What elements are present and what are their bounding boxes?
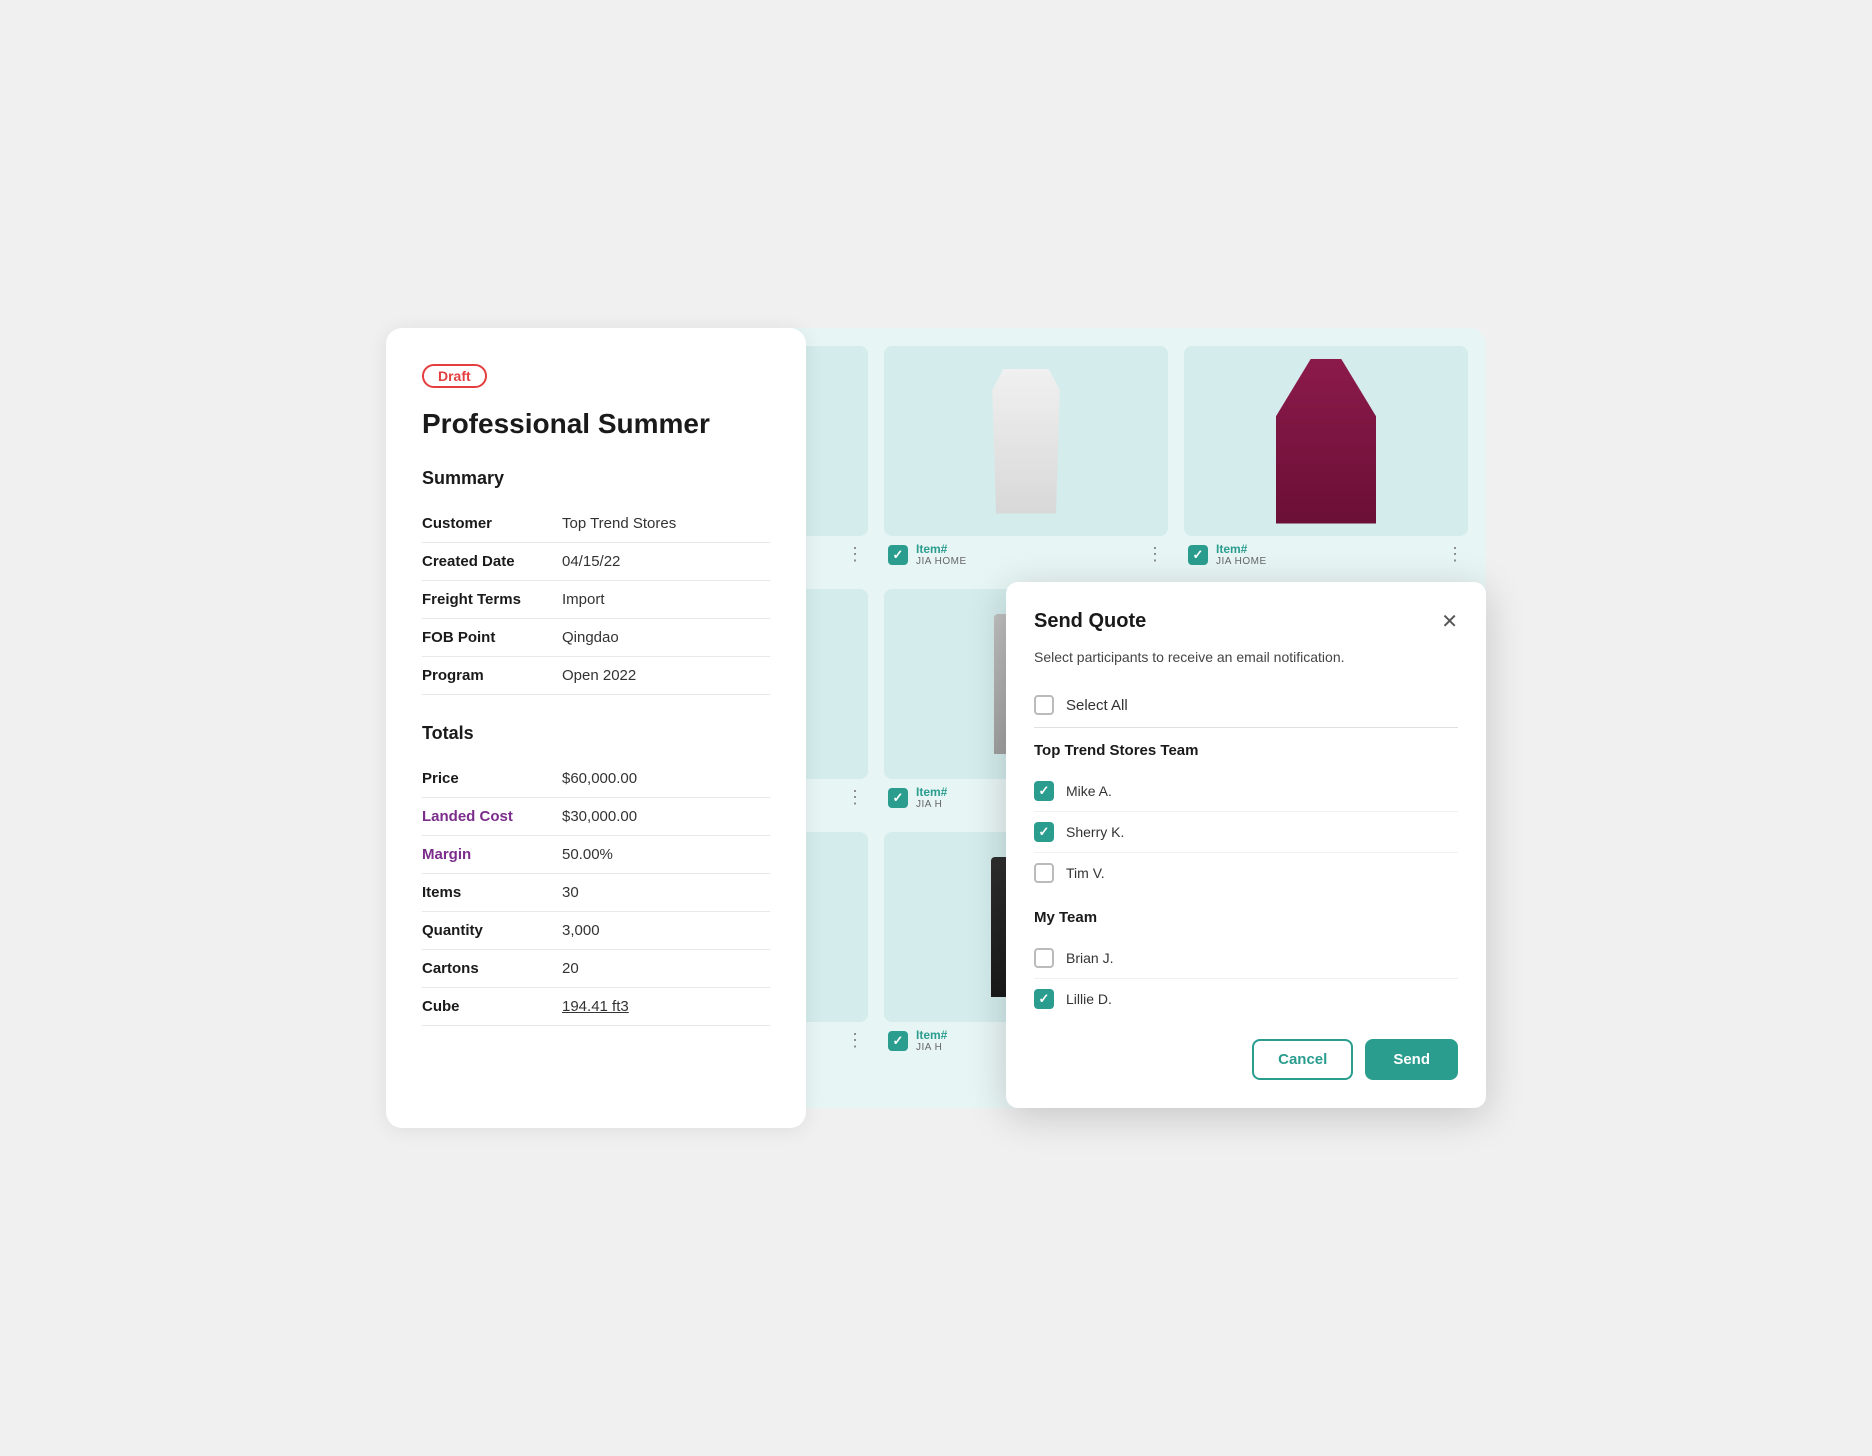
modal-subtitle: Select participants to receive an email … bbox=[1034, 649, 1458, 665]
select-all-row[interactable]: Select All bbox=[1034, 683, 1458, 728]
totals-value: $60,000.00 bbox=[562, 760, 770, 798]
modal-footer: Cancel Send bbox=[1034, 1039, 1458, 1080]
team-name: Top Trend Stores Team bbox=[1034, 742, 1458, 759]
totals-row: Cartons20 bbox=[422, 950, 770, 988]
cancel-button[interactable]: Cancel bbox=[1252, 1039, 1353, 1080]
close-button[interactable]: ✕ bbox=[1441, 612, 1458, 632]
team-group: My Team Brian J. Lillie D. bbox=[1034, 909, 1458, 1019]
summary-value: Top Trend Stores bbox=[562, 505, 770, 543]
participant-label: Sherry K. bbox=[1066, 824, 1124, 840]
participant-checkbox[interactable] bbox=[1034, 781, 1054, 801]
modal-title: Send Quote bbox=[1034, 610, 1146, 633]
main-container: Draft Professional Summer Summary Custom… bbox=[386, 328, 1486, 1128]
product-brand: JIA HOME bbox=[916, 556, 1138, 567]
product-item-number: Item# bbox=[1216, 542, 1438, 556]
totals-value: 20 bbox=[562, 950, 770, 988]
select-all-label: Select All bbox=[1066, 697, 1128, 714]
product-image bbox=[1184, 346, 1468, 536]
participant-checkbox[interactable] bbox=[1034, 822, 1054, 842]
totals-row: Cube194.41 ft3 bbox=[422, 988, 770, 1026]
totals-value: $30,000.00 bbox=[562, 798, 770, 836]
product-menu-dots[interactable]: ⋮ bbox=[846, 544, 864, 565]
product-item: Item# JIA HOME ⋮ bbox=[1176, 338, 1476, 581]
product-menu-dots[interactable]: ⋮ bbox=[1446, 544, 1464, 565]
product-brand: JIA HOME bbox=[1216, 556, 1438, 567]
cube-value: 194.41 ft3 bbox=[562, 998, 629, 1015]
participant-row[interactable]: Lillie D. bbox=[1034, 979, 1458, 1019]
totals-row: Items30 bbox=[422, 874, 770, 912]
participant-checkbox[interactable] bbox=[1034, 863, 1054, 883]
product-checkbox[interactable] bbox=[1188, 545, 1208, 565]
totals-value: 50.00% bbox=[562, 836, 770, 874]
summary-row: FOB PointQingdao bbox=[422, 619, 770, 657]
participant-checkbox[interactable] bbox=[1034, 989, 1054, 1009]
totals-row: Price$60,000.00 bbox=[422, 760, 770, 798]
draft-badge: Draft bbox=[422, 364, 487, 388]
participant-row[interactable]: Sherry K. bbox=[1034, 812, 1458, 853]
summary-label: Customer bbox=[422, 505, 562, 543]
product-footer: Item# JIA HOME ⋮ bbox=[884, 536, 1168, 573]
select-all-checkbox[interactable] bbox=[1034, 695, 1054, 715]
product-checkbox[interactable] bbox=[888, 788, 908, 808]
totals-label: Price bbox=[422, 760, 562, 798]
product-checkbox[interactable] bbox=[888, 545, 908, 565]
team-name: My Team bbox=[1034, 909, 1458, 926]
summary-row: CustomerTop Trend Stores bbox=[422, 505, 770, 543]
totals-label: Cartons bbox=[422, 950, 562, 988]
modal-header: Send Quote ✕ bbox=[1034, 610, 1458, 633]
send-button[interactable]: Send bbox=[1365, 1039, 1458, 1080]
totals-label: Cube bbox=[422, 988, 562, 1026]
product-checkbox[interactable] bbox=[888, 1031, 908, 1051]
participant-label: Tim V. bbox=[1066, 865, 1105, 881]
summary-value: 04/15/22 bbox=[562, 543, 770, 581]
product-info: Item# JIA HOME bbox=[1216, 542, 1438, 567]
summary-value: Import bbox=[562, 581, 770, 619]
totals-label: Landed Cost bbox=[422, 798, 562, 836]
summary-label: Created Date bbox=[422, 543, 562, 581]
totals-label: Quantity bbox=[422, 912, 562, 950]
summary-value: Qingdao bbox=[562, 619, 770, 657]
summary-table: CustomerTop Trend StoresCreated Date04/1… bbox=[422, 505, 770, 695]
participant-label: Brian J. bbox=[1066, 950, 1113, 966]
product-footer: Item# JIA HOME ⋮ bbox=[1184, 536, 1468, 573]
totals-value: 194.41 ft3 bbox=[562, 988, 770, 1026]
participant-row[interactable]: Mike A. bbox=[1034, 771, 1458, 812]
summary-value: Open 2022 bbox=[562, 657, 770, 695]
totals-label: Margin bbox=[422, 836, 562, 874]
totals-value: 3,000 bbox=[562, 912, 770, 950]
totals-label: Items bbox=[422, 874, 562, 912]
product-image bbox=[884, 346, 1168, 536]
participant-row[interactable]: Tim V. bbox=[1034, 853, 1458, 893]
summary-label: Program bbox=[422, 657, 562, 695]
summary-row: Created Date04/15/22 bbox=[422, 543, 770, 581]
totals-row: Quantity3,000 bbox=[422, 912, 770, 950]
teams-container: Top Trend Stores Team Mike A. Sherry K. … bbox=[1034, 742, 1458, 1019]
totals-table: Price$60,000.00Landed Cost$30,000.00Marg… bbox=[422, 760, 770, 1026]
send-quote-modal: Send Quote ✕ Select participants to rece… bbox=[1006, 582, 1486, 1108]
summary-label: FOB Point bbox=[422, 619, 562, 657]
product-menu-dots[interactable]: ⋮ bbox=[846, 787, 864, 808]
summary-section-title: Summary bbox=[422, 468, 770, 489]
team-group: Top Trend Stores Team Mike A. Sherry K. … bbox=[1034, 742, 1458, 893]
totals-value: 30 bbox=[562, 874, 770, 912]
summary-label: Freight Terms bbox=[422, 581, 562, 619]
product-item-number: Item# bbox=[916, 542, 1138, 556]
participant-label: Lillie D. bbox=[1066, 991, 1112, 1007]
product-info: Item# JIA HOME bbox=[916, 542, 1138, 567]
participant-label: Mike A. bbox=[1066, 783, 1112, 799]
summary-row: Freight TermsImport bbox=[422, 581, 770, 619]
quote-title: Professional Summer bbox=[422, 408, 770, 440]
totals-row: Margin50.00% bbox=[422, 836, 770, 874]
product-item: Item# JIA HOME ⋮ bbox=[876, 338, 1176, 581]
summary-row: ProgramOpen 2022 bbox=[422, 657, 770, 695]
product-menu-dots[interactable]: ⋮ bbox=[846, 1030, 864, 1051]
product-menu-dots[interactable]: ⋮ bbox=[1146, 544, 1164, 565]
left-panel: Draft Professional Summer Summary Custom… bbox=[386, 328, 806, 1128]
totals-row: Landed Cost$30,000.00 bbox=[422, 798, 770, 836]
participant-row[interactable]: Brian J. bbox=[1034, 938, 1458, 979]
totals-section-title: Totals bbox=[422, 723, 770, 744]
participant-checkbox[interactable] bbox=[1034, 948, 1054, 968]
